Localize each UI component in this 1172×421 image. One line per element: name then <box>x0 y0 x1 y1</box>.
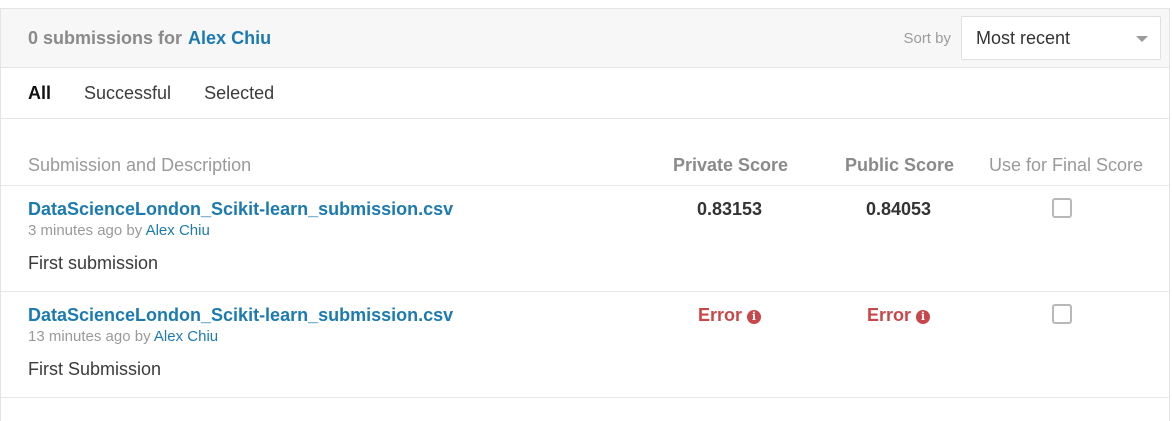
chevron-down-icon <box>1136 36 1148 42</box>
column-header-public-score[interactable]: Public Score <box>845 155 954 176</box>
submissions-summary: 0 submissions for Alex Chiu <box>28 28 271 49</box>
column-header-description: Submission and Description <box>28 155 252 175</box>
column-header-final-score: Use for Final Score <box>989 155 1144 175</box>
private-score-error: Error i <box>698 305 762 326</box>
submission-description: First submission <box>28 253 159 273</box>
submission-time: 13 minutes ago by <box>28 328 151 345</box>
final-score-checkbox[interactable] <box>1052 304 1072 324</box>
sort-control: Sort by Most recent <box>903 16 1161 60</box>
private-score-error-text: Error <box>698 305 743 325</box>
tab-all[interactable]: All <box>28 83 51 104</box>
info-icon[interactable]: i <box>916 310 931 324</box>
private-score: 0.83153 <box>697 199 763 219</box>
sort-label: Sort by <box>903 29 951 47</box>
sort-select[interactable]: Most recent <box>961 16 1161 60</box>
public-score-error-text: Error <box>867 305 912 325</box>
submission-count: 0 submissions for <box>28 27 183 48</box>
public-score: 0.84053 <box>866 199 932 219</box>
submission-file-link[interactable]: DataScienceLondon_Scikit-learn_submissio… <box>28 305 453 326</box>
submission-description: First Submission <box>28 359 162 379</box>
table-row: DataScienceLondon_Scikit-learn_submissio… <box>1 186 1169 292</box>
filter-tabs: All Successful Selected <box>1 68 1169 119</box>
column-header-private-score[interactable]: Private Score <box>673 155 788 176</box>
table-header: Submission and Description Private Score… <box>1 119 1169 186</box>
tab-successful[interactable]: Successful <box>84 83 171 104</box>
submissions-header: 0 submissions for Alex Chiu Sort by Most … <box>1 8 1169 68</box>
tab-selected[interactable]: Selected <box>204 83 274 104</box>
submission-meta: 13 minutes ago by Alex Chiu <box>28 328 218 345</box>
public-score-error: Error i <box>867 305 931 326</box>
submission-user-link[interactable]: Alex Chiu <box>154 328 218 345</box>
submission-meta: 3 minutes ago by Alex Chiu <box>28 222 210 239</box>
table-row: DataScienceLondon_Scikit-learn_submissio… <box>1 292 1169 398</box>
final-score-checkbox[interactable] <box>1052 198 1072 218</box>
submission-time: 3 minutes ago by <box>28 222 143 239</box>
submission-user-link[interactable]: Alex Chiu <box>146 222 210 239</box>
user-link[interactable]: Alex Chiu <box>188 28 271 48</box>
submission-file-link[interactable]: DataScienceLondon_Scikit-learn_submissio… <box>28 199 453 220</box>
sort-selected-value: Most recent <box>976 27 1071 48</box>
submissions-panel: 0 submissions for Alex Chiu Sort by Most … <box>0 8 1170 421</box>
info-icon[interactable]: i <box>747 310 762 324</box>
